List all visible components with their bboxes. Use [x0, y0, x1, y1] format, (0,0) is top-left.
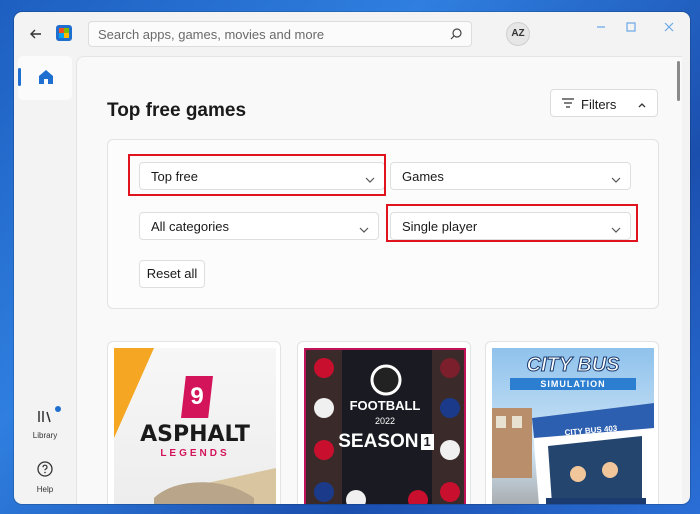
- avatar[interactable]: AZ: [506, 22, 530, 46]
- library-icon: [38, 411, 51, 423]
- reset-all-button[interactable]: Reset all: [139, 260, 205, 288]
- game-card-efootball[interactable]: FOOTBALL 2022 SEASON 1: [297, 341, 471, 504]
- store-window: Search apps, games, movies and more AZ L…: [14, 12, 690, 504]
- category-dropdown[interactable]: All categories: [139, 212, 379, 240]
- efootball-season-number: 1: [420, 433, 434, 450]
- filters-button[interactable]: Filters: [550, 89, 658, 117]
- filter-icon: [561, 97, 575, 109]
- chevron-down-icon: [611, 172, 621, 183]
- chevron-down-icon: [611, 222, 621, 233]
- page-title: Top free games: [107, 100, 247, 121]
- library-label: Library: [32, 431, 58, 440]
- chevron-up-icon: [637, 98, 647, 108]
- players-dropdown-value: Single player: [402, 219, 478, 234]
- sidebar-item-help[interactable]: Help: [20, 460, 70, 504]
- asphalt-badge: 9: [181, 376, 213, 418]
- chart-dropdown-value: Top free: [151, 169, 198, 184]
- asphalt-subtitle: LEGENDS: [160, 448, 230, 459]
- type-dropdown-value: Games: [402, 169, 444, 184]
- main-content: Top free games Filters Top free Games Al…: [76, 56, 682, 504]
- city-bus-cover-art: CITY BUS SIMULATION CITY BUS 403: [492, 348, 654, 504]
- efootball-cover-art: FOOTBALL 2022 SEASON 1: [304, 348, 466, 504]
- players-dropdown[interactable]: Single player: [390, 212, 631, 240]
- efootball-title: FOOTBALL: [349, 398, 421, 413]
- filter-panel: Top free Games All categories Single pla…: [107, 139, 659, 309]
- sidebar: Library Help: [14, 56, 76, 504]
- asphalt-title: ASPHALT: [140, 422, 250, 447]
- store-logo-icon: [56, 25, 72, 41]
- efootball-season-label: SEASON: [338, 431, 419, 452]
- city-bus-subtitle: SIMULATION: [510, 378, 636, 390]
- asphalt-cover-art: 9 ASPHALT LEGENDS: [114, 348, 276, 504]
- search-icon[interactable]: [449, 27, 463, 41]
- search-placeholder: Search apps, games, movies and more: [98, 27, 325, 42]
- efootball-season: SEASON 1: [326, 430, 446, 454]
- chevron-down-icon: [359, 222, 369, 233]
- minimize-icon[interactable]: [590, 20, 612, 38]
- chart-dropdown[interactable]: Top free: [139, 162, 385, 190]
- search-input[interactable]: Search apps, games, movies and more: [88, 21, 472, 47]
- title-bar: Search apps, games, movies and more AZ: [14, 12, 690, 56]
- home-icon: [37, 68, 55, 86]
- sidebar-item-library[interactable]: Library: [20, 406, 70, 452]
- back-arrow-icon[interactable]: [26, 24, 46, 44]
- game-card-asphalt[interactable]: 9 ASPHALT LEGENDS: [107, 341, 281, 504]
- scrollbar[interactable]: [677, 61, 680, 101]
- notification-dot: [55, 406, 61, 412]
- filters-label: Filters: [581, 97, 617, 112]
- type-dropdown[interactable]: Games: [390, 162, 631, 190]
- selection-indicator: [18, 68, 21, 86]
- category-dropdown-value: All categories: [151, 219, 230, 234]
- sidebar-item-home[interactable]: [18, 56, 72, 100]
- help-icon: [37, 461, 53, 477]
- close-icon[interactable]: [658, 20, 680, 38]
- chevron-down-icon: [365, 172, 375, 183]
- city-bus-title: CITY BUS: [526, 354, 620, 377]
- maximize-icon[interactable]: [620, 20, 642, 38]
- game-card-city-bus[interactable]: CITY BUS SIMULATION CITY BUS 403: [485, 341, 659, 504]
- efootball-year: 2022: [374, 416, 396, 426]
- help-label: Help: [36, 485, 54, 494]
